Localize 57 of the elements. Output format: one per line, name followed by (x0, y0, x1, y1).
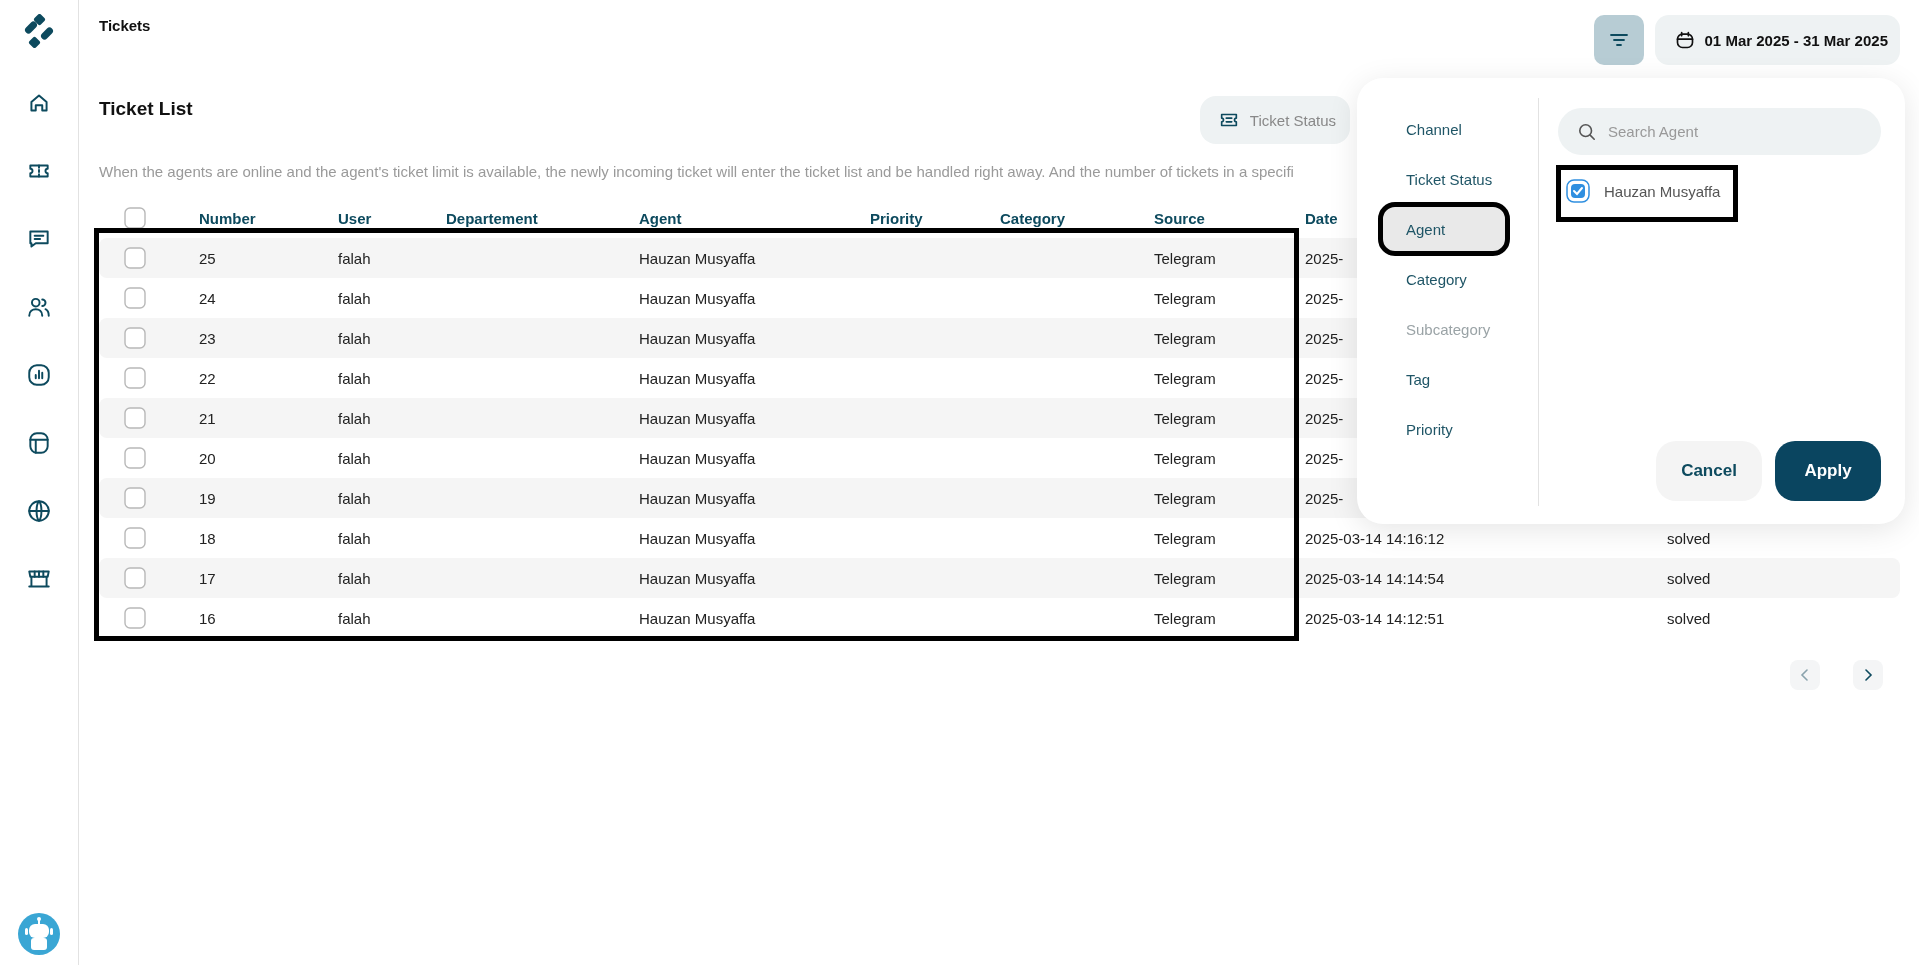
table-cell: solved (1667, 529, 1711, 547)
table-cell: falah (338, 369, 371, 387)
table-cell: Telegram (1154, 449, 1216, 467)
table-cell: 17 (199, 569, 216, 587)
table-cell: Telegram (1154, 329, 1216, 347)
table-cell: 19 (199, 489, 216, 507)
section-title: Ticket List (99, 98, 193, 120)
table-cell: Telegram (1154, 609, 1216, 627)
table-cell: 2025-03-14 14:16:12 (1305, 529, 1445, 547)
table-cell: 2025- (1305, 329, 1344, 347)
table-cell: 22 (199, 369, 216, 387)
table-cell: 21 (199, 409, 216, 427)
table-cell: Hauzan Musyaffa (639, 249, 756, 267)
table-cell: Telegram (1154, 289, 1216, 307)
table-cell: solved (1667, 569, 1711, 587)
table-cell: Hauzan Musyaffa (639, 369, 756, 387)
table-cell: Telegram (1154, 489, 1216, 507)
table-cell: falah (338, 489, 371, 507)
table-cell: 24 (199, 289, 216, 307)
table-cell: falah (338, 409, 371, 427)
table-cell: falah (338, 609, 371, 627)
table-cell: 2025- (1305, 289, 1344, 307)
table-cell: Telegram (1154, 409, 1216, 427)
table-cell: 20 (199, 449, 216, 467)
table-cell: Hauzan Musyaffa (639, 489, 756, 507)
table-cell: Hauzan Musyaffa (639, 289, 756, 307)
table-cell: 18 (199, 529, 216, 547)
table-cell: Telegram (1154, 529, 1216, 547)
table-cell: falah (338, 529, 371, 547)
table-cell: falah (338, 289, 371, 307)
table-cell: 25 (199, 249, 216, 267)
table-cell: 2025-03-14 14:12:51 (1305, 609, 1445, 627)
table-cell: 2025- (1305, 489, 1344, 507)
table-cell: falah (338, 569, 371, 587)
table-cell: solved (1667, 609, 1711, 627)
table-cell: Hauzan Musyaffa (639, 449, 756, 467)
table-cell: Hauzan Musyaffa (639, 409, 756, 427)
table-cell: 23 (199, 329, 216, 347)
table-cell: 2025- (1305, 369, 1344, 387)
table-cell: 16 (199, 609, 216, 627)
table-cell: 2025- (1305, 409, 1344, 427)
table-cell: Telegram (1154, 369, 1216, 387)
table-cell: Telegram (1154, 249, 1216, 267)
description-text: When the agents are online and the agent's ticket limit is available, the newly incoming ticket will enter the ticket list and be handled right away. And the number of tickets in a specifi (99, 163, 1294, 180)
table-cell: 2025-03-14 14:14:54 (1305, 569, 1445, 587)
table-cell: falah (338, 249, 371, 267)
page-title: Tickets (99, 16, 151, 36)
table-cell: 2025- (1305, 249, 1344, 267)
table-cell: falah (338, 329, 371, 347)
table-cell: Hauzan Musyaffa (639, 569, 756, 587)
table-cell: Hauzan Musyaffa (639, 529, 756, 547)
table-cell: Hauzan Musyaffa (639, 609, 756, 627)
option-label: Hauzan Musyaffa (1604, 182, 1721, 200)
table-cell: Telegram (1154, 569, 1216, 587)
table-cell: falah (338, 449, 371, 467)
table-cell: 2025- (1305, 449, 1344, 467)
table-cell: Hauzan Musyaffa (639, 329, 756, 347)
